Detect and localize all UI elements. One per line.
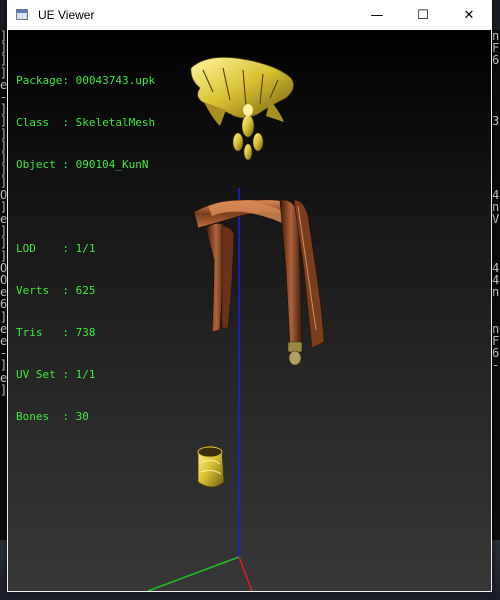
minimize-button[interactable]: — [354,0,400,30]
info-object: Object : 090104_KunN [16,158,149,171]
info-bones: Bones : 30 [16,410,89,423]
background-console-right: n F 6 3 4 n V 4 4 n n F 6 - [491,30,500,540]
title-bar[interactable]: UE Viewer — ☐ ✕ [7,0,492,30]
x-axis-line [238,556,253,591]
maximize-icon: ☐ [417,7,429,23]
window-title: UE Viewer [38,8,95,22]
mesh-info-overlay: Package: 00043743.upk Class : SkeletalMe… [16,46,155,452]
leather-strap-mesh [193,199,325,366]
close-icon: ✕ [463,7,475,23]
info-lod: LOD : 1/1 [16,242,96,255]
info-tris: Tris : 738 [16,326,96,339]
info-package: Package: 00043743.upk [16,74,156,87]
ue-viewer-window[interactable]: UE Viewer — ☐ ✕ Package: 00043743.upk Cl… [7,0,492,592]
gold-ornament-mesh [190,56,294,161]
background-console-left: ] ] ] ] e - ] ] ] ] ] ] ] O ] e ] ] ] O … [0,30,7,540]
app-window-icon [16,9,28,20]
gold-ring-mesh [197,445,225,488]
minimize-icon: — [370,7,384,23]
info-verts: Verts : 625 [16,284,96,297]
close-button[interactable]: ✕ [446,0,492,30]
3d-viewport[interactable]: Package: 00043743.upk Class : SkeletalMe… [8,30,491,591]
info-uvset: UV Set : 1/1 [16,368,96,381]
maximize-button[interactable]: ☐ [400,0,446,30]
info-class: Class : SkeletalMesh [16,116,156,129]
y-axis-line [147,556,240,591]
